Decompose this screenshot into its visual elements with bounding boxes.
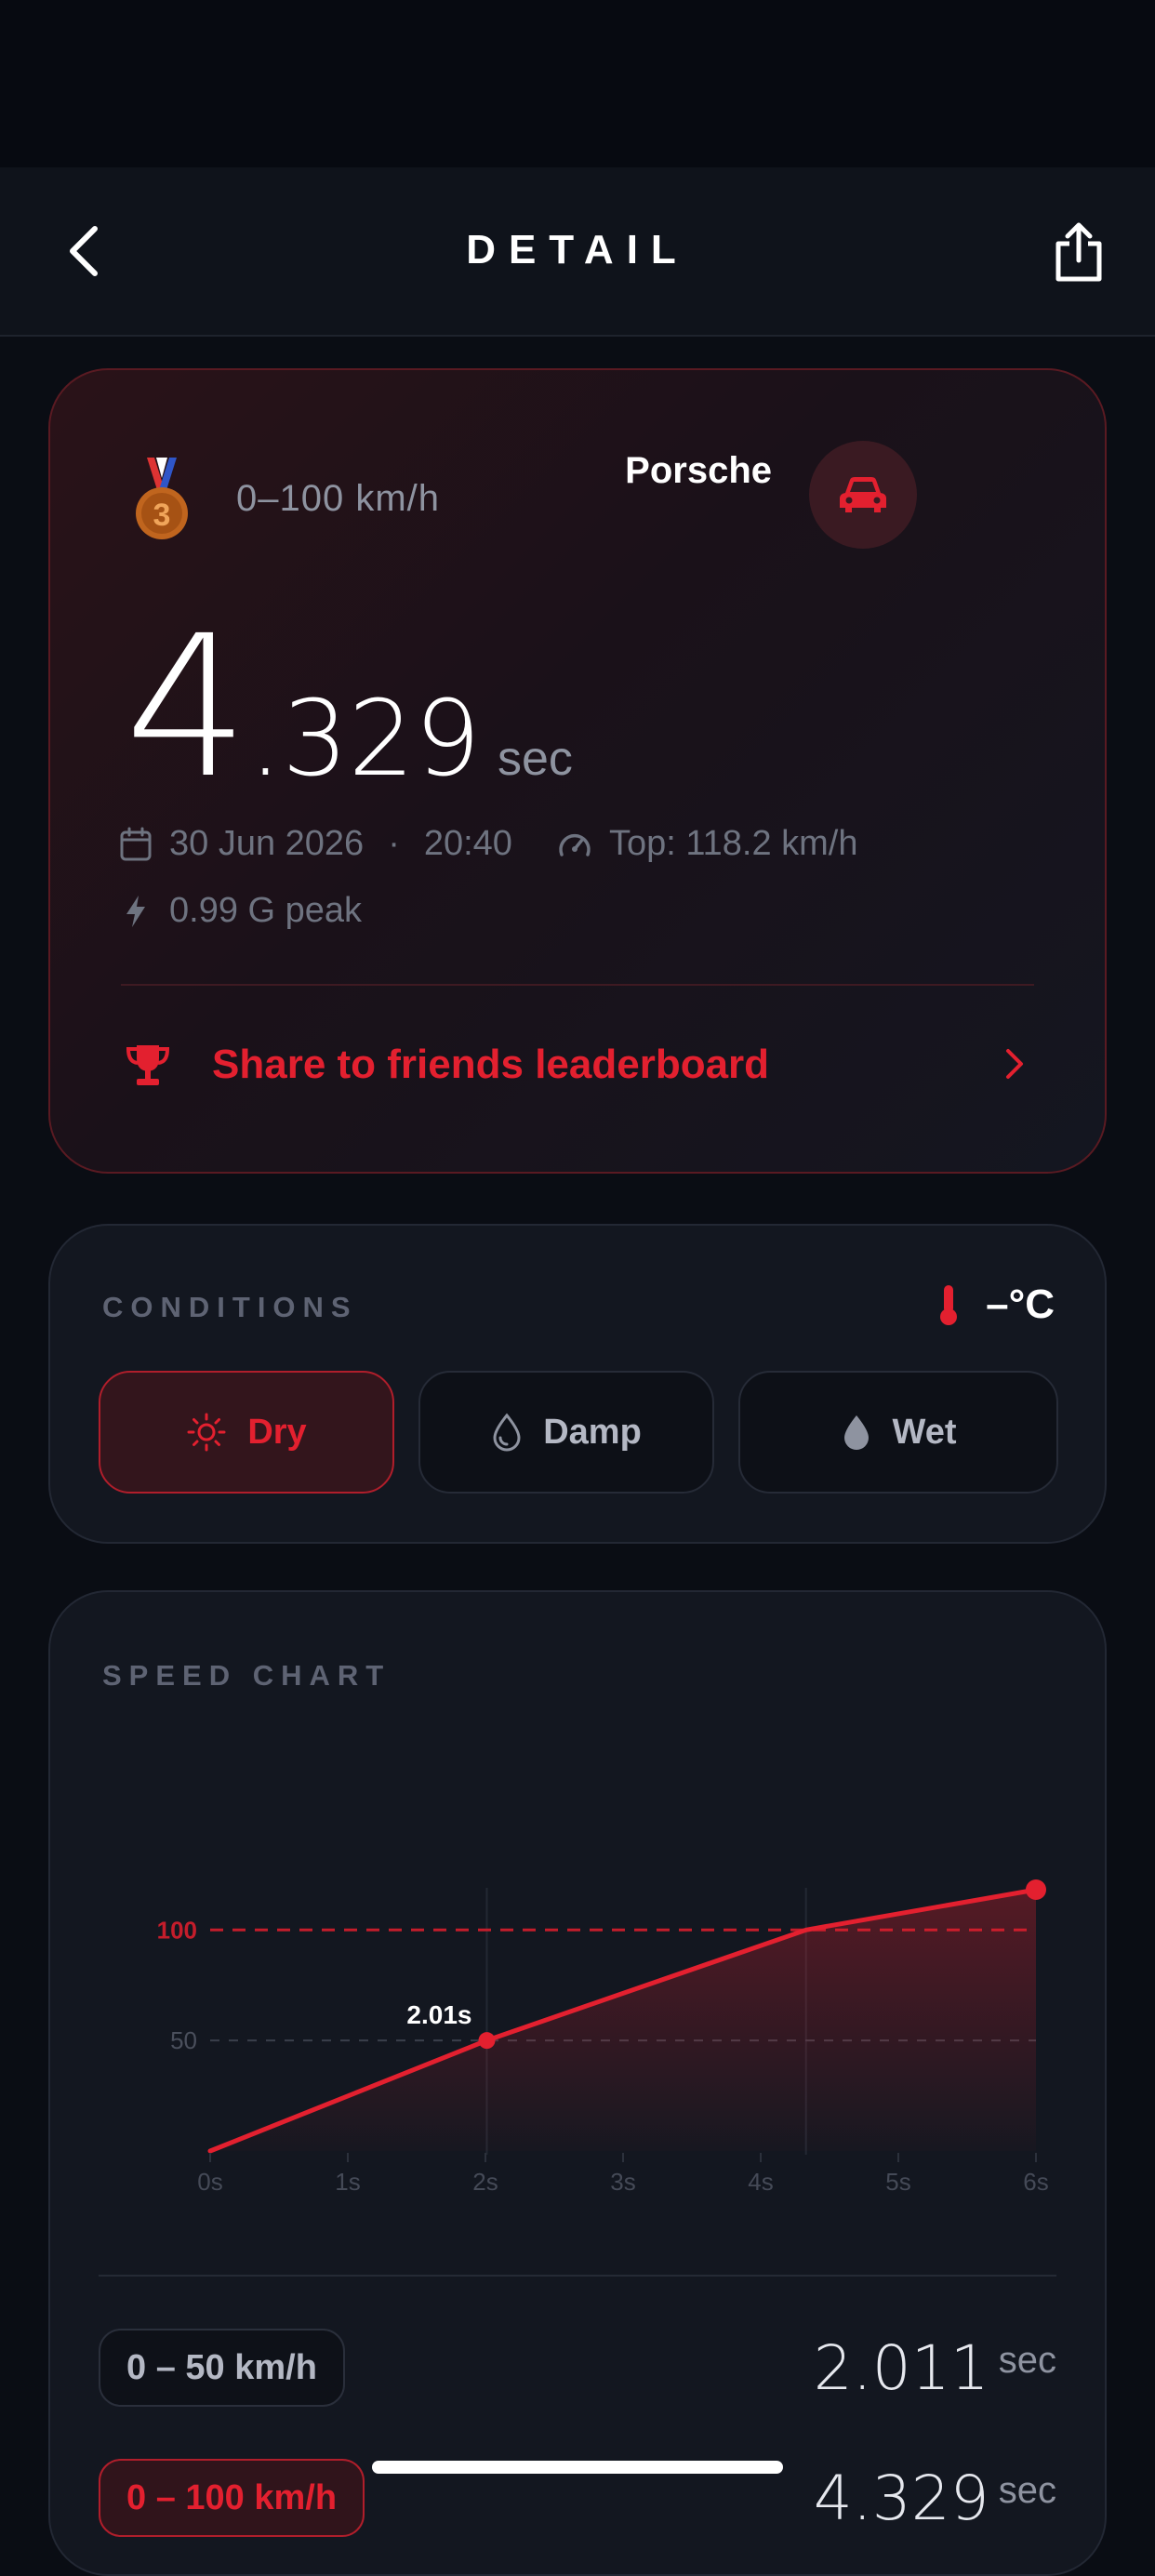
car-icon bbox=[840, 477, 886, 512]
split-0-100-time: 4.329 sec bbox=[814, 2463, 1056, 2534]
divider bbox=[121, 984, 1034, 986]
x-tick-label: 1s bbox=[335, 2168, 360, 2196]
lightning-icon bbox=[126, 895, 145, 927]
condition-dry-label: Dry bbox=[247, 1412, 307, 1452]
split-0-50-label: 0 – 50 km/h bbox=[126, 2347, 317, 2387]
split-0-50-unit: sec bbox=[998, 2340, 1056, 2381]
share-leaderboard-label: Share to friends leaderboard bbox=[212, 1042, 770, 1087]
end-point bbox=[1026, 1879, 1046, 1900]
condition-dry-button[interactable]: Dry bbox=[99, 1371, 394, 1494]
x-tick-label: 2s bbox=[472, 2168, 498, 2196]
g-peak-row: 0.99 G peak bbox=[119, 891, 362, 931]
temperature-value: –°C bbox=[986, 1281, 1055, 1327]
metric-label: 0–100 km/h bbox=[236, 478, 441, 519]
top-navigation-bar: DETAIL bbox=[0, 167, 1155, 337]
status-bar bbox=[0, 0, 1155, 167]
droplet-outline-icon bbox=[493, 1413, 521, 1452]
speed-chart-label: SPEED CHART bbox=[102, 1659, 392, 1692]
run-meta-row: 30 Jun 2026 · 20:40 Top: 118.2 km/h bbox=[119, 824, 858, 864]
reference-label-50: 50 bbox=[170, 2026, 197, 2054]
split-0-100-chip[interactable]: 0 – 100 km/h bbox=[99, 2459, 365, 2537]
annotation-label: 2.01s bbox=[406, 2000, 471, 2029]
x-tick-label: 4s bbox=[748, 2168, 773, 2196]
x-tick-label: 3s bbox=[610, 2168, 635, 2196]
speed-chart: 100 50 0s 1s 2s 3s 4s 5s 6s 2.01s bbox=[157, 1879, 1049, 2196]
speedometer-icon bbox=[559, 833, 591, 856]
condition-wet-label: Wet bbox=[892, 1412, 957, 1452]
reference-label-100: 100 bbox=[157, 1916, 197, 1944]
conditions-card: CONDITIONS –°C Dry Damp Wet bbox=[48, 1224, 1107, 1544]
temperature-readout: –°C bbox=[937, 1281, 1055, 1328]
run-time-integer: 4 bbox=[125, 593, 249, 821]
trophy-icon bbox=[126, 1045, 170, 1085]
home-indicator bbox=[372, 2461, 783, 2474]
annotation-point bbox=[478, 2032, 496, 2050]
bronze-medal-icon: 3 bbox=[136, 458, 188, 539]
run-time-decimal: .329 bbox=[248, 679, 481, 800]
split-0-100-value: 4.329 bbox=[813, 2463, 989, 2534]
condition-damp-button[interactable]: Damp bbox=[418, 1371, 714, 1494]
split-0-50-chip[interactable]: 0 – 50 km/h bbox=[99, 2329, 345, 2407]
split-0-50-time: 2.011 sec bbox=[814, 2332, 1056, 2404]
divider bbox=[99, 2275, 1056, 2277]
split-0-100-unit: sec bbox=[998, 2470, 1056, 2511]
condition-damp-label: Damp bbox=[543, 1412, 642, 1452]
run-result-card: 3 0–100 km/h Porsche 4.329 sec 30 Jun 202… bbox=[48, 368, 1107, 1174]
condition-wet-button[interactable]: Wet bbox=[738, 1371, 1058, 1494]
share-icon bbox=[1055, 222, 1102, 282]
split-0-50-value: 2.011 bbox=[813, 2332, 989, 2404]
g-peak-value: 0.99 G peak bbox=[169, 891, 363, 930]
run-clock-time: 20:40 bbox=[423, 824, 512, 863]
car-badge[interactable] bbox=[809, 441, 917, 549]
top-speed-value: Top: 118.2 km/h bbox=[608, 824, 858, 863]
split-0-100-label: 0 – 100 km/h bbox=[126, 2477, 338, 2517]
page-title: DETAIL bbox=[466, 227, 689, 272]
x-tick-label: 0s bbox=[197, 2168, 222, 2196]
car-name: Porsche bbox=[625, 450, 772, 491]
sun-icon bbox=[187, 1413, 226, 1452]
share-leaderboard-button[interactable]: Share to friends leaderboard bbox=[125, 1023, 1030, 1107]
speed-chart-card: SPEED CHART 100 50 0s 1s 2s 3s 4s 5s 6s 2.01s 0 –… bbox=[48, 1590, 1107, 2576]
run-date: 30 Jun 2026 bbox=[169, 824, 365, 863]
chevron-right-icon bbox=[1006, 1049, 1023, 1079]
share-button[interactable] bbox=[1049, 219, 1109, 285]
conditions-label: CONDITIONS bbox=[102, 1291, 358, 1323]
droplet-filled-icon bbox=[843, 1415, 869, 1450]
meta-separator: · bbox=[388, 824, 400, 863]
calendar-icon bbox=[120, 827, 152, 860]
run-time: 4.329 sec bbox=[125, 610, 573, 805]
thermometer-icon bbox=[940, 1285, 958, 1325]
svg-text:3: 3 bbox=[153, 498, 171, 533]
x-tick-label: 5s bbox=[885, 2168, 910, 2196]
x-tick-label: 6s bbox=[1023, 2168, 1048, 2196]
run-time-unit: sec bbox=[497, 732, 573, 786]
